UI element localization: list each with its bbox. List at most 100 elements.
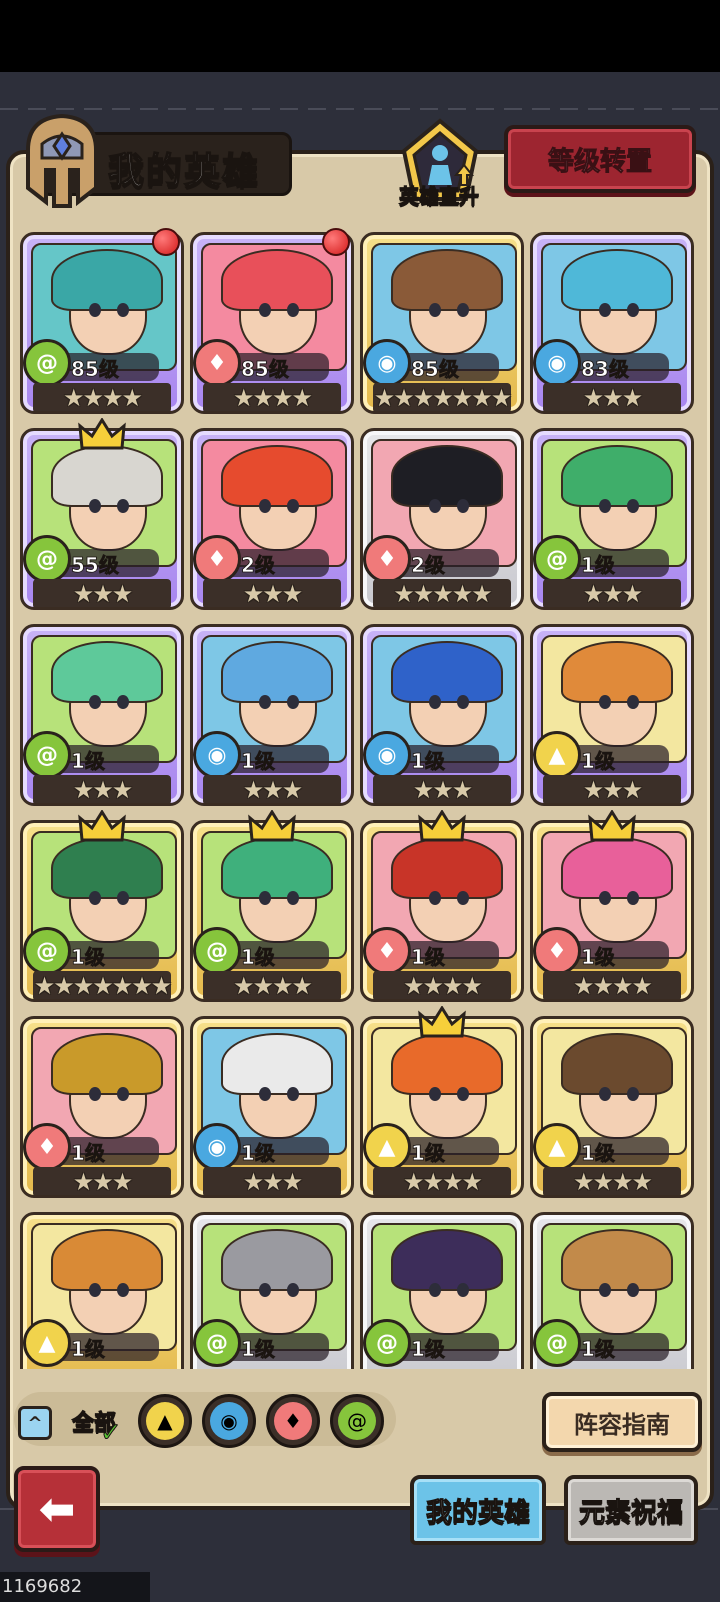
hero-card[interactable]: @1级 ★★★: [530, 428, 694, 610]
level-transfer-button[interactable]: 等级转置: [504, 125, 696, 193]
crown-icon: [248, 810, 296, 842]
page-title: 我的英雄: [107, 150, 261, 193]
fire-element-icon: ♦: [193, 535, 241, 583]
wind-element-icon: @: [23, 731, 71, 779]
collapse-filter-button[interactable]: ^: [18, 1406, 52, 1440]
hero-card[interactable]: ◉ 1级 ★★★: [190, 624, 354, 806]
filter-wind-button[interactable]: @: [330, 1394, 384, 1448]
hero-level: 1级: [581, 749, 616, 774]
hero-eye: [287, 891, 299, 905]
hero-stars: ★★★★: [572, 972, 653, 1000]
hero-card[interactable]: ▲ 1级 ★★★: [530, 624, 694, 806]
tab-element-blessing[interactable]: 元素祝福: [564, 1475, 698, 1545]
hero-eye: [457, 1283, 469, 1297]
hero-hair: [51, 837, 163, 899]
hero-stars: ★★★: [72, 1168, 134, 1196]
hero-eye: [429, 499, 441, 513]
hero-level: 55级: [71, 553, 120, 578]
wind-element-icon: @: [338, 1402, 376, 1440]
hero-level: 1级: [411, 1337, 446, 1362]
hero-eye: [259, 1087, 271, 1101]
filter-water-button[interactable]: ◉: [202, 1394, 256, 1448]
hero-card[interactable]: @1级 ★★★★★★★: [20, 820, 184, 1002]
wind-element-icon: @: [363, 1319, 411, 1367]
water-element-icon: ◉: [210, 1402, 248, 1440]
hero-hair: [391, 445, 503, 507]
filter-earth-button[interactable]: ▲: [138, 1394, 192, 1448]
hero-eye: [89, 891, 101, 905]
fire-element-icon: ♦: [363, 927, 411, 975]
hero-eye: [599, 303, 611, 317]
hero-level: 1级: [241, 945, 276, 970]
lineup-guide-button[interactable]: 阵容指南: [542, 1392, 702, 1452]
hero-hair: [391, 641, 503, 703]
hero-stars: ★★★: [242, 580, 304, 608]
hero-eye: [429, 891, 441, 905]
hero-hair: [561, 249, 673, 311]
hero-hair: [51, 445, 163, 507]
hero-card[interactable]: ◉ 85级 ★★★★★★★: [360, 232, 524, 414]
hero-card[interactable]: ♦ 85级 ★★★★: [190, 232, 354, 414]
crown-icon: [418, 810, 466, 842]
hero-eye: [259, 1283, 271, 1297]
hero-card[interactable]: @55级 ★★★: [20, 428, 184, 610]
fire-element-icon: ♦: [363, 535, 411, 583]
hero-eye: [429, 695, 441, 709]
hero-eye: [627, 1087, 639, 1101]
hero-eye: [259, 891, 271, 905]
hero-eye: [457, 695, 469, 709]
hero-eye: [287, 1283, 299, 1297]
hero-card[interactable]: ▲ 1级 ★★★★: [360, 1016, 524, 1198]
hero-eye: [117, 1087, 129, 1101]
hero-level: 1级: [581, 1337, 616, 1362]
tab-my-heroes[interactable]: 我的英雄: [410, 1475, 546, 1545]
hero-hair: [51, 1033, 163, 1095]
hero-stars: ★★★: [242, 1168, 304, 1196]
hero-stars: ★★★★: [402, 972, 483, 1000]
hero-card[interactable]: @1级 ★★★: [20, 624, 184, 806]
hero-stars: ★★★: [412, 776, 474, 804]
hero-promote-label[interactable]: 英雄直升: [384, 180, 494, 209]
hero-card[interactable]: @1级: [360, 1212, 524, 1369]
hero-card[interactable]: ▲ 1级: [20, 1212, 184, 1369]
hero-card[interactable]: ◉ 83级 ★★★: [530, 232, 694, 414]
hero-card[interactable]: ♦ 1级 ★★★: [20, 1016, 184, 1198]
earth-element-icon: ▲: [23, 1319, 71, 1367]
filter-fire-button[interactable]: ♦: [266, 1394, 320, 1448]
hero-eye: [89, 1087, 101, 1101]
hero-stars: ★★★: [242, 776, 304, 804]
hero-eye: [599, 1283, 611, 1297]
hero-card[interactable]: @85级 ★★★★: [20, 232, 184, 414]
hero-hair: [391, 837, 503, 899]
hero-eye: [117, 1283, 129, 1297]
back-button[interactable]: ⬅: [14, 1466, 100, 1552]
hero-eye: [627, 1283, 639, 1297]
hero-card[interactable]: ♦ 1级 ★★★★: [530, 820, 694, 1002]
hero-card[interactable]: ♦ 2级 ★★★: [190, 428, 354, 610]
hero-stars: ★★★: [582, 580, 644, 608]
hero-level: 1级: [411, 749, 446, 774]
hero-eye: [457, 891, 469, 905]
hero-card[interactable]: @1级 ★★★★: [190, 820, 354, 1002]
hero-card[interactable]: ◉ 1级 ★★★: [360, 624, 524, 806]
hero-card[interactable]: ▲ 1级 ★★★★: [530, 1016, 694, 1198]
hero-card[interactable]: @1级: [190, 1212, 354, 1369]
wind-element-icon: @: [193, 1319, 241, 1367]
wind-element-icon: @: [23, 339, 71, 387]
hero-hair: [221, 837, 333, 899]
hero-stars: ★★★★★★★: [33, 972, 173, 1000]
hero-card[interactable]: @1级: [530, 1212, 694, 1369]
hero-level: 85级: [71, 357, 120, 382]
hero-level: 1级: [71, 1337, 106, 1362]
hero-eye: [457, 499, 469, 513]
hero-level: 1级: [71, 749, 106, 774]
water-element-icon: ◉: [193, 731, 241, 779]
hero-card[interactable]: ◉ 1级 ★★★: [190, 1016, 354, 1198]
fire-element-icon: ♦: [274, 1402, 312, 1440]
hero-eye: [89, 499, 101, 513]
hero-card[interactable]: ♦ 2级 ★★★★★: [360, 428, 524, 610]
hero-card[interactable]: ♦ 1级 ★★★★: [360, 820, 524, 1002]
hero-eye: [627, 303, 639, 317]
hero-level: 2级: [411, 553, 446, 578]
water-element-icon: ◉: [533, 339, 581, 387]
